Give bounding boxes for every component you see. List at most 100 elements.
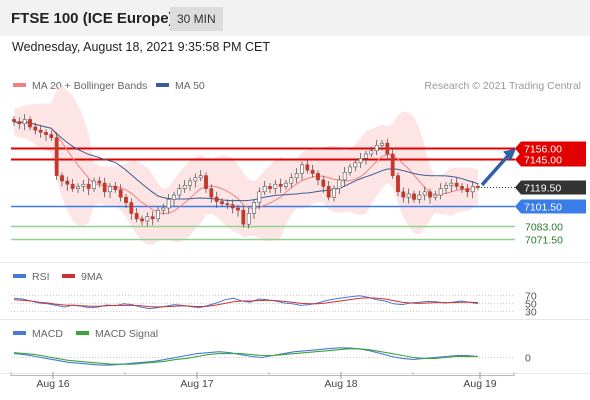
candle-body [353,162,358,168]
candle-body [476,186,480,188]
x-tick-label: Aug 19 [463,378,496,390]
candle-body [300,164,304,174]
candle-body [396,175,400,193]
candle-body [92,180,96,189]
candle-body [65,180,70,185]
level-label-support-1: 7083.00 [525,222,563,234]
candle-body [390,153,395,176]
candle-body [433,194,438,198]
candle-body [236,207,240,211]
candle-body [252,202,256,214]
candle-body [108,186,112,193]
candle-body [380,142,384,146]
candle-body [161,207,166,211]
candle-body [156,209,160,220]
candle-body [401,191,406,198]
bollinger-band [14,86,478,245]
candle-body [38,129,43,133]
candle-body [145,216,150,222]
candle-body [449,182,454,186]
x-tick-label: Aug 17 [180,378,213,390]
candle-body [49,134,54,139]
candle-body [364,153,368,159]
candle-body [321,179,326,187]
candle-body [172,194,176,200]
candle-body [310,169,315,174]
candle-body [273,183,278,189]
chart-canvas[interactable]: 7156.007145.007119.507101.507083.007071.… [0,0,590,400]
candle-body [257,191,262,203]
candle-body [70,183,75,189]
candle-body [262,186,267,193]
candle-body [209,188,214,198]
candle-body [102,182,107,193]
x-tick-label: Aug 18 [324,378,357,390]
candle-body [54,137,59,176]
level-label-pivot: 7101.50 [524,202,562,214]
candle-body [113,186,118,190]
candle-body [220,201,224,204]
candle-body [188,180,192,186]
candle-body [76,186,80,189]
candle-body [33,126,38,131]
candle-body [134,213,139,220]
candle-body [417,194,422,200]
candle-body [369,150,374,155]
forecast-arrow-shaft [480,152,512,187]
rsi-line [13,295,479,310]
macd-signal-line [13,348,478,365]
candle-body [97,180,102,184]
candle-body [348,166,352,173]
candle-body [204,175,208,189]
candle-body [166,199,171,209]
candle-body [124,196,128,203]
candle-body [12,119,16,122]
candle-body [332,188,336,198]
candle-body [241,209,246,225]
candle-body [86,183,91,189]
candle-body [193,177,198,182]
candle-body [337,179,342,189]
candle-body [214,196,219,202]
candle-body [385,142,390,155]
candle-body [316,173,320,181]
candle-body [81,183,86,187]
candle-body [470,186,475,193]
candle-body [44,132,48,135]
candle-body [412,193,416,200]
candle-body [230,204,235,209]
candle-body [422,191,427,196]
level-label-resistance-1: 7145.00 [524,155,562,167]
x-tick-label: Aug 16 [36,378,69,390]
candle-body [438,188,443,196]
candle-body [268,186,272,189]
candle-body [28,119,32,128]
candle-body [225,203,230,206]
candle-body [118,189,123,198]
candle-body [177,188,182,196]
candle-body [129,202,134,214]
candle-body [182,185,187,189]
candle-body [406,193,411,198]
candle-body [150,216,155,220]
candle-body [460,186,464,189]
candle-body [342,172,347,181]
candle-body [17,121,22,125]
candle-body [60,175,64,182]
candle-body [22,119,27,125]
rsi-tick-label: 30 [525,307,537,319]
candle-body [444,185,448,189]
level-label-support-2: 7071.50 [525,235,563,247]
candle-body [246,213,251,225]
candle-body [305,164,310,171]
candle-body [326,186,331,198]
candle-body [284,182,288,187]
level-label-last: 7119.50 [524,183,561,195]
candle-body [198,175,203,179]
macd-tick-label: 0 [525,353,531,365]
candle-body [454,182,459,187]
candle-body [428,191,432,198]
candle-body [140,218,144,222]
candle-body [358,158,363,163]
candle-body [374,145,379,152]
